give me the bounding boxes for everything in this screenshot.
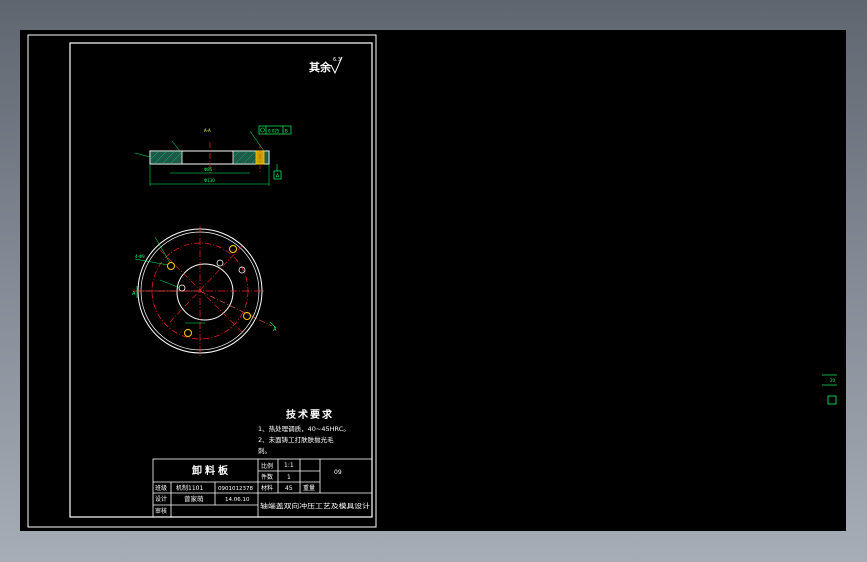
cad-viewport[interactable]: 其余 6.3 A-A Φ85 Φ130 0.025 B A A A 4-Φ9 技… (20, 30, 846, 531)
hatch-left (149, 150, 183, 165)
plan-view: A A 4-Φ9 (132, 226, 277, 356)
tech-req-line-2: 2、未面铸工打肤肤抛光毛 (258, 435, 334, 444)
material-label: 材料 (261, 484, 273, 492)
title-block-text: 卸料板 比例 1:1 件数 1 材料 45 重量 09 班级 机制1101 09… (155, 462, 371, 515)
tolerance-frame: 0.025 B (258, 125, 292, 135)
designer-label: 设计 (155, 495, 167, 503)
hole-callout: 4-Φ9 (135, 254, 145, 259)
date-value: 14.06.10 (225, 497, 250, 503)
tech-req-line-3: 刺。 (258, 447, 271, 455)
side-marker-box[interactable] (827, 395, 837, 405)
scale-value: 1:1 (284, 462, 294, 469)
view-label-left: A (132, 291, 136, 297)
qty-value: 1 (287, 474, 291, 481)
project-title: 轴端盖双向冲压工艺及模具设计 (260, 501, 371, 510)
designer-name: 曾家萌 (184, 494, 204, 503)
view-label-right: A (273, 327, 277, 333)
pin-hole (216, 259, 224, 267)
tech-req-title: 技术要求 (286, 408, 334, 421)
drawing-canvas[interactable]: 其余 6.3 A-A Φ85 Φ130 0.025 B A A A 4-Φ9 技… (20, 30, 846, 531)
qty-label: 件数 (261, 473, 273, 481)
callout-leader-3 (159, 279, 181, 289)
bolt-hole (167, 262, 175, 270)
technical-requirements: 技术要求 1、热处理调质，40~45HRC。 2、未面铸工打肤肤抛光毛 刺。 (258, 408, 350, 455)
tolerance-value: 0.025 (268, 129, 280, 134)
tech-req-line-1: 1、热处理调质，40~45HRC。 (258, 424, 350, 433)
bolt-hole (229, 245, 237, 253)
scale-label: 比例 (261, 462, 273, 470)
side-marker[interactable]: 20 (822, 374, 837, 405)
roughness-note: 其余 6.3 (309, 56, 343, 75)
material-value: 45 (285, 485, 293, 492)
datum-marker: A (273, 164, 282, 180)
part-name: 卸料板 (192, 464, 231, 477)
student-no: 0901012378 (218, 486, 253, 492)
section-line-b (199, 290, 273, 327)
roughness-label: 其余 (309, 60, 332, 74)
drawing-no: 09 (334, 469, 342, 476)
dim-text-inner: Φ85 (204, 167, 213, 172)
leader-left (134, 152, 151, 158)
review-label: 审核 (155, 507, 167, 515)
inner-circle (176, 263, 234, 321)
side-marker-text: 20 (830, 378, 836, 383)
class-value: 机制1101 (176, 484, 203, 492)
weight-label: 重量 (303, 484, 315, 492)
section-view: A-A Φ85 Φ130 0.025 B A (134, 125, 292, 186)
section-label: A-A (204, 128, 211, 133)
datum-letter: A (276, 174, 280, 180)
roughness-value: 6.3 (333, 57, 341, 63)
leader-top (171, 140, 181, 152)
outer-frame (27, 34, 377, 528)
bolt-hole (184, 329, 192, 337)
diag-centerline-2 (169, 245, 243, 323)
inner-frame (69, 42, 373, 518)
dim-text-outer: Φ130 (204, 178, 215, 183)
class-label: 班级 (155, 484, 167, 492)
tolerance-datum: B (285, 129, 288, 134)
